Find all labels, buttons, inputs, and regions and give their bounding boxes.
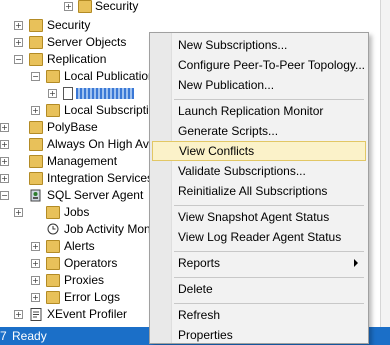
expand-icon[interactable]: +	[31, 106, 40, 115]
expand-icon[interactable]: +	[14, 38, 23, 47]
tree-item-label: Alerts	[64, 239, 95, 253]
folder-icon	[46, 291, 60, 304]
menu-item-view-conflicts[interactable]: View Conflicts	[152, 141, 366, 161]
folder-icon	[29, 121, 43, 134]
folder-icon	[46, 274, 60, 287]
folder-icon	[46, 104, 60, 117]
collapse-icon[interactable]: −	[14, 55, 23, 64]
menu-item-view-snapshot-agent-status[interactable]: View Snapshot Agent Status	[152, 207, 366, 227]
expand-icon[interactable]: +	[31, 242, 40, 251]
expand-icon[interactable]: +	[31, 259, 40, 268]
menu-separator	[174, 251, 364, 252]
expand-icon[interactable]: +	[0, 123, 9, 132]
tree-item-label: XEvent Profiler	[47, 307, 128, 321]
folder-icon	[46, 257, 60, 270]
menu-item-properties[interactable]: Properties	[152, 325, 366, 345]
status-text: Ready	[12, 329, 47, 343]
menu-item-new-subscriptions[interactable]: New Subscriptions...	[152, 35, 366, 55]
tree-item-label: Jobs	[64, 205, 90, 219]
status-number: 7	[0, 329, 7, 343]
tree-item-label: Local Publications	[64, 69, 161, 83]
menu-separator	[174, 99, 364, 100]
expand-icon[interactable]: +	[48, 89, 57, 98]
tree-item-label: PolyBase	[47, 120, 98, 134]
menu-separator	[174, 277, 364, 278]
expand-icon[interactable]: +	[14, 208, 23, 217]
tree-item-label: Server Objects	[47, 35, 127, 49]
tree-item-label: Security	[95, 0, 139, 13]
expand-icon[interactable]: +	[31, 276, 40, 285]
menu-item-reinitialize-all-subscriptions[interactable]: Reinitialize All Subscriptions	[152, 181, 366, 201]
context-menu: New Subscriptions... Configure Peer-To-P…	[149, 32, 369, 344]
expand-icon[interactable]: +	[14, 21, 23, 30]
monitor-icon	[46, 223, 60, 236]
expand-icon[interactable]: +	[31, 293, 40, 302]
folder-icon	[29, 138, 43, 151]
submenu-arrow-icon	[354, 259, 358, 267]
folder-icon	[29, 172, 43, 185]
expand-icon[interactable]: +	[0, 157, 9, 166]
menu-item-validate-subscriptions[interactable]: Validate Subscriptions...	[152, 161, 366, 181]
menu-item-reports[interactable]: Reports	[152, 253, 366, 273]
tree-item-label: Replication	[47, 52, 107, 66]
menu-item-label: Reports	[178, 256, 221, 270]
tree-item-label: Proxies	[64, 273, 105, 287]
menu-item-generate-scripts[interactable]: Generate Scripts...	[152, 121, 366, 141]
menu-item-launch-replication-monitor[interactable]: Launch Replication Monitor	[152, 101, 366, 121]
menu-item-view-log-reader-agent-status[interactable]: View Log Reader Agent Status	[152, 227, 366, 247]
expand-icon[interactable]: +	[0, 140, 9, 149]
selected-publication-highlight[interactable]	[76, 88, 134, 99]
folder-icon	[46, 240, 60, 253]
folder-icon	[29, 19, 43, 32]
publication-icon	[63, 87, 73, 100]
expand-icon[interactable]: +	[14, 310, 23, 319]
folder-icon	[29, 36, 43, 49]
tree-item-label: Operators	[64, 256, 118, 270]
collapse-icon[interactable]: −	[0, 191, 9, 200]
folder-icon	[46, 206, 60, 219]
menu-item-configure-peer-to-peer[interactable]: Configure Peer-To-Peer Topology...	[152, 55, 366, 75]
tree-item-label: Management	[47, 154, 118, 168]
expand-icon[interactable]: +	[64, 2, 73, 11]
expand-icon[interactable]: +	[0, 174, 9, 183]
profiler-icon	[29, 308, 43, 321]
tree-item-label: Error Logs	[64, 290, 121, 304]
tree-item-label: SQL Server Agent	[47, 188, 144, 202]
menu-separator	[174, 303, 364, 304]
folder-icon	[29, 53, 43, 66]
menu-separator	[174, 205, 364, 206]
collapse-icon[interactable]: −	[31, 72, 40, 81]
agent-icon	[29, 189, 43, 202]
tree-item-label: Security	[47, 18, 91, 32]
menu-item-delete[interactable]: Delete	[152, 279, 366, 299]
folder-icon	[29, 155, 43, 168]
adjacent-pane-edge	[380, 0, 390, 327]
menu-item-new-publication[interactable]: New Publication...	[152, 75, 366, 95]
folder-icon	[78, 0, 92, 13]
folder-icon	[46, 70, 60, 83]
menu-item-refresh[interactable]: Refresh	[152, 305, 366, 325]
